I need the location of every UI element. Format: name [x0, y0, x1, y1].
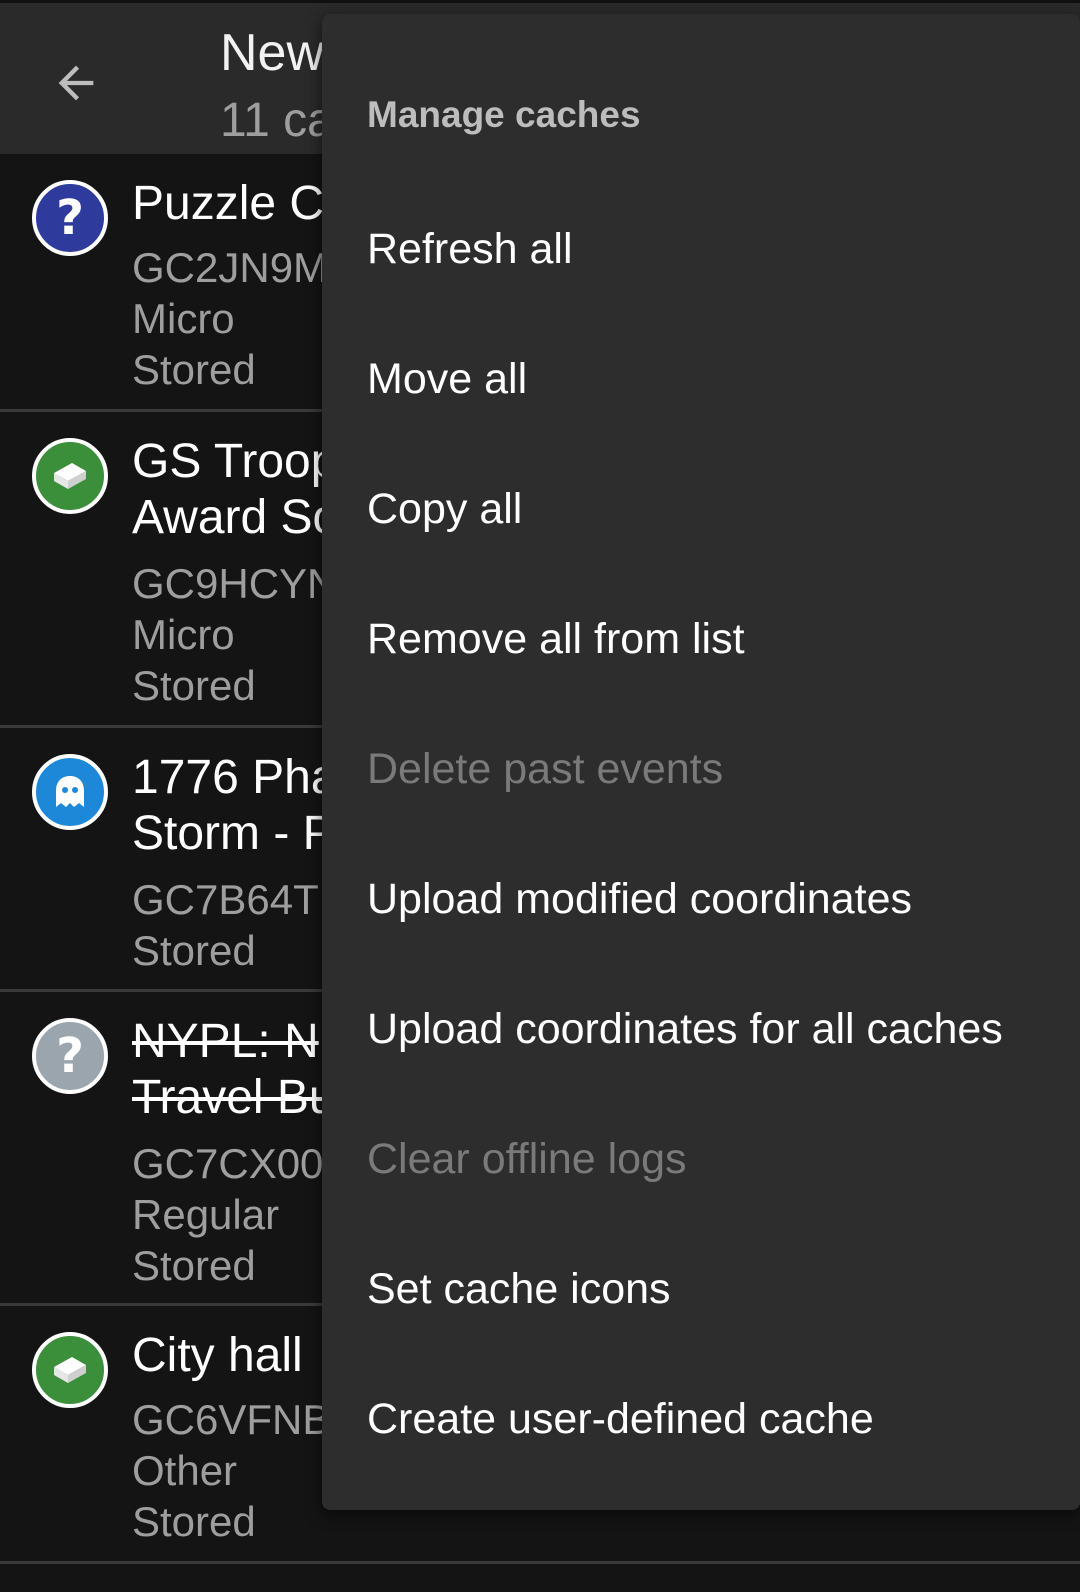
menu-item-upload-coordinates-all[interactable]: Upload coordinates for all caches — [322, 964, 1080, 1094]
puzzle-icon: ? — [32, 180, 108, 256]
cache-status: Stored — [132, 662, 256, 709]
cache-name: Puzzle C — [132, 177, 325, 230]
menu-item-set-cache-icons[interactable]: Set cache icons — [322, 1224, 1080, 1354]
arrow-back-icon — [58, 65, 94, 101]
manage-caches-menu: Manage caches Refresh all Move all Copy … — [322, 14, 1080, 1510]
cache-code: GC9HCYN — [132, 560, 338, 607]
ghost-shape — [56, 776, 84, 807]
cache-status: Stored — [132, 1242, 256, 1289]
menu-item-copy-all[interactable]: Copy all — [322, 444, 1080, 574]
traditional-icon — [32, 1332, 108, 1408]
menu-item-move-all[interactable]: Move all — [322, 314, 1080, 444]
cache-name: 1776 Pha Storm - P — [132, 751, 338, 860]
menu-header: Manage caches — [367, 94, 641, 135]
cache-status: Stored — [132, 927, 256, 974]
cache-name: GS Troop Award So — [132, 435, 340, 544]
puzzle-icon: ? — [32, 1018, 108, 1094]
list-title: New — [220, 24, 325, 82]
cache-code: GC2JN9M — [132, 244, 329, 291]
cache-status: Stored — [132, 1498, 256, 1545]
cache-size: Micro — [132, 611, 235, 658]
box-icon — [54, 1357, 86, 1383]
cache-code: GC6VFNB — [132, 1396, 331, 1443]
cache-name: City hall — [132, 1329, 303, 1382]
cache-status: Stored — [132, 346, 256, 393]
menu-item-remove-all-from-list[interactable]: Remove all from list — [322, 574, 1080, 704]
cache-name: NYPL: N Travel Bu — [132, 1015, 336, 1124]
ghost-icon — [32, 754, 108, 830]
cache-code: GC7CX00 — [132, 1140, 324, 1187]
menu-item-delete-past-events: Delete past events — [367, 744, 724, 793]
traditional-icon — [32, 438, 108, 514]
menu-item-create-user-defined-cache[interactable]: Create user-defined cache — [322, 1354, 1080, 1484]
menu-item-clear-offline-logs: Clear offline logs — [367, 1134, 687, 1183]
menu-item-upload-modified-coordinates[interactable]: Upload modified coordinates — [322, 834, 1080, 964]
cache-size: Micro — [132, 295, 235, 342]
box-icon — [54, 463, 86, 489]
list-subtitle: 11 ca — [220, 94, 334, 147]
cache-size: Regular — [132, 1191, 280, 1238]
cache-code: GC7B64T — [132, 876, 319, 923]
back-button[interactable] — [36, 43, 116, 123]
menu-item-refresh-all[interactable]: Refresh all — [322, 184, 1080, 314]
cache-size: Other — [132, 1447, 238, 1494]
